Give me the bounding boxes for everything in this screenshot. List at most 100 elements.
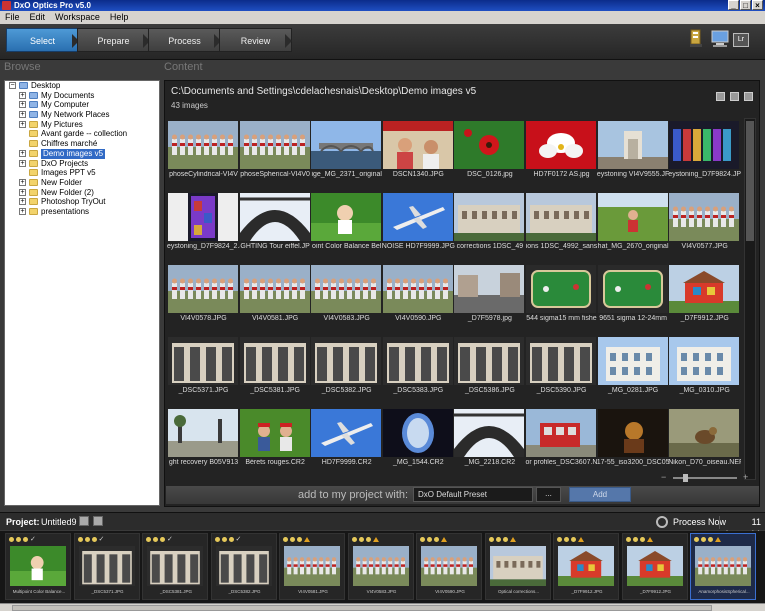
menu-help[interactable]: Help <box>105 11 134 24</box>
filmstrip-image[interactable] <box>284 546 340 586</box>
tree-item[interactable]: + My Pictures <box>5 120 159 130</box>
thumbnail-image[interactable] <box>454 193 525 241</box>
expand-icon[interactable]: + <box>19 207 26 215</box>
thumbnail[interactable]: phoseSpherical-VI4V0 <box>239 118 311 190</box>
thumbnail[interactable]: corrections 1DSC_49 <box>454 190 525 262</box>
save-project-icon[interactable] <box>93 516 103 526</box>
expand-icon[interactable]: + <box>19 91 26 99</box>
thumbnail-image[interactable] <box>239 409 310 457</box>
thumbnail-image[interactable] <box>311 265 382 313</box>
step-process[interactable]: Process <box>148 28 221 52</box>
thumbnail[interactable]: ions 1DSC_4992_sans <box>526 190 597 262</box>
thumbnail[interactable]: ght recovery B05V913 <box>168 406 239 478</box>
expand-icon[interactable]: + <box>19 159 26 167</box>
expand-icon[interactable]: + <box>19 188 26 196</box>
small-view-icon[interactable] <box>716 92 725 101</box>
thumbnail-image[interactable] <box>454 409 525 457</box>
expand-icon[interactable]: + <box>19 178 26 186</box>
filmstrip-image[interactable] <box>489 546 546 586</box>
thumbnail-image[interactable] <box>239 337 310 385</box>
zoom-out-icon[interactable]: − <box>661 472 666 482</box>
thumbnail-image[interactable] <box>382 265 453 313</box>
step-select[interactable]: Select <box>6 28 79 52</box>
thumbnail[interactable]: VI4V0583.JPG <box>311 262 382 334</box>
tree-item[interactable]: + My Computer <box>5 100 159 110</box>
thumbnail-image[interactable] <box>597 121 668 169</box>
minimize-button[interactable]: _ <box>728 0 739 10</box>
filmstrip-item[interactable]: ✓ _DSC5371.JPG <box>73 533 140 600</box>
thumbnail-image[interactable] <box>597 337 668 385</box>
tree-item[interactable]: + Photoshop TryOut <box>5 197 159 207</box>
maximize-button[interactable]: □ <box>740 0 751 10</box>
zoom-slider[interactable]: − + <box>661 472 751 482</box>
filmstrip-image[interactable] <box>215 546 272 586</box>
filmstrip-item[interactable]: VI4V0581.JPG <box>279 533 345 600</box>
filmstrip-item[interactable]: VI4V0583.JPG <box>347 533 414 600</box>
thumbnail-image[interactable] <box>311 409 382 457</box>
filmstrip-image[interactable] <box>695 546 751 586</box>
thumbnail[interactable]: _MG_1544.CR2 <box>382 406 454 478</box>
thumbnail[interactable]: Nikon_D70_oiseau.NEF <box>668 406 741 478</box>
thumbnail-image[interactable] <box>168 409 238 457</box>
thumbnail-image[interactable] <box>597 409 668 457</box>
thumbnail[interactable]: _DSC5371.JPG <box>168 334 239 406</box>
menu-edit[interactable]: Edit <box>25 11 51 24</box>
tree-item[interactable]: + My Network Places <box>5 110 159 120</box>
filmstrip-item[interactable]: AnamorphosisSpherical... <box>690 533 756 600</box>
thumbnail[interactable]: VI4V0577.JPG <box>669 190 740 262</box>
tree-item[interactable]: Avant garde -- collection <box>5 129 159 139</box>
tree-item[interactable]: + My Documents <box>5 91 159 101</box>
thumbnail-image[interactable] <box>168 265 238 313</box>
thumbnail[interactable]: HD7F9999.CR2 <box>311 406 382 478</box>
filmstrip-scrollbar-thumb[interactable] <box>12 605 712 611</box>
new-project-icon[interactable] <box>79 516 89 526</box>
thumbnail-image[interactable] <box>239 265 310 313</box>
expand-icon[interactable]: + <box>19 111 26 119</box>
filmstrip-image[interactable] <box>10 546 66 586</box>
thumbnail[interactable]: ige_MG_2371_original <box>311 118 382 190</box>
tree-item[interactable]: + New Folder (2) <box>5 188 159 198</box>
thumbnail[interactable]: DSCN1340.JPG <box>382 118 454 190</box>
thumbnail-image[interactable] <box>382 337 453 385</box>
thumbnail-image[interactable] <box>454 337 525 385</box>
thumbnail-image[interactable] <box>311 121 382 169</box>
thumbnail-image[interactable] <box>168 337 238 385</box>
thumbnail[interactable]: eystoning_D7F9824_2.J <box>167 190 240 262</box>
thumbnail-image[interactable] <box>382 409 453 457</box>
thumbnail[interactable]: _D7F5978.jpg <box>454 262 525 334</box>
tree-item[interactable]: Images PPT v5 <box>5 168 159 178</box>
add-button[interactable]: Add <box>569 487 631 502</box>
content-scrollbar[interactable] <box>744 118 756 480</box>
thumbnail[interactable]: _MG_0281.JPG <box>597 334 669 406</box>
thumbnail[interactable]: VI4V0578.JPG <box>168 262 239 334</box>
thumbnail-image[interactable] <box>239 121 310 169</box>
zoom-in-icon[interactable]: + <box>743 472 748 482</box>
filmstrip-item[interactable]: VI4V0590.JPG <box>416 533 482 600</box>
thumbnail-image[interactable] <box>526 193 596 241</box>
step-prepare[interactable]: Prepare <box>77 28 150 52</box>
expand-icon[interactable]: + <box>19 198 26 206</box>
tree-item[interactable]: + presentations <box>5 207 159 217</box>
thumbnail[interactable]: _DSC5386.JPG <box>454 334 525 406</box>
thumbnail-image[interactable] <box>382 193 453 241</box>
menu-workspace[interactable]: Workspace <box>50 11 105 24</box>
filmstrip-image[interactable] <box>626 546 683 586</box>
grid-view-icon[interactable] <box>730 92 739 101</box>
thumbnail-image[interactable] <box>382 121 453 169</box>
thumbnail[interactable]: hat_MG_2670_original <box>597 190 669 262</box>
filmstrip-image[interactable] <box>352 546 409 586</box>
thumbnail[interactable]: VI4V0581.JPG <box>239 262 311 334</box>
tree-item[interactable]: + DxO Projects <box>5 159 159 169</box>
preset-browse-button[interactable]: ... <box>536 487 561 502</box>
zoom-knob[interactable] <box>683 474 688 482</box>
thumbnail[interactable]: 9651 sigma 12-24mm <box>597 262 669 334</box>
thumbnail-image[interactable] <box>311 193 382 241</box>
thumbnail-image[interactable] <box>597 193 668 241</box>
thumbnail[interactable]: phoseCylindrical-VI4V <box>168 118 239 190</box>
filmstrip-item[interactable]: ✓ Multipoint Color Balance... <box>5 533 71 600</box>
thumbnail[interactable]: _DSC5383.JPG <box>382 334 454 406</box>
thumbnail-image[interactable] <box>669 409 740 457</box>
thumbnail[interactable]: or profiles_DSC3607.N <box>526 406 597 478</box>
preset-select[interactable]: DxO Default Preset <box>413 487 533 502</box>
lightroom-button[interactable]: Lr <box>733 33 749 47</box>
